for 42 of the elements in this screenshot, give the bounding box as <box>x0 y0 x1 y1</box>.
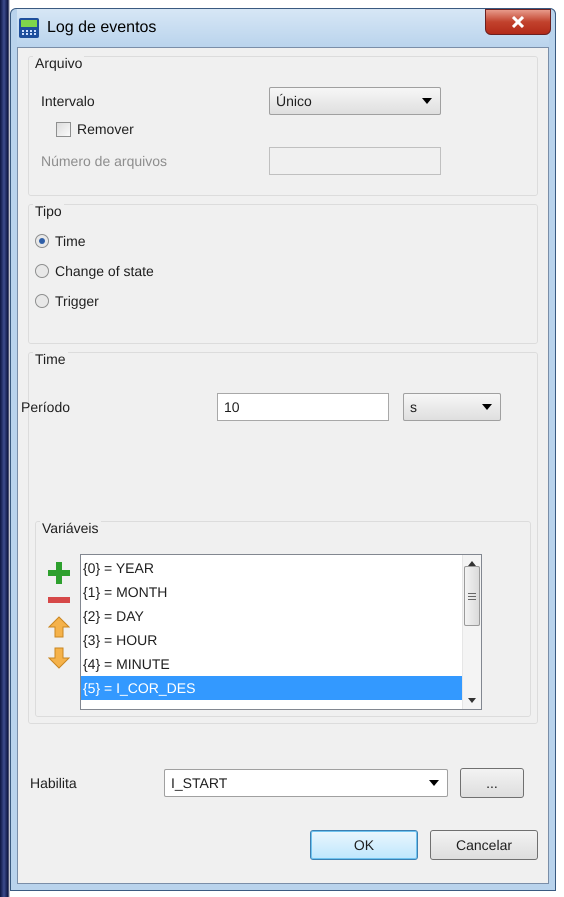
caret-icon <box>482 404 492 410</box>
unit-dropdown[interactable]: s <box>403 393 501 421</box>
group-legend: Variáveis <box>40 520 101 536</box>
window-title: Log de eventos <box>47 19 156 37</box>
group-legend: Arquivo <box>33 55 84 71</box>
scrollbar[interactable] <box>462 555 481 709</box>
interval-dropdown[interactable]: Único <box>269 87 441 115</box>
group-legend: Time <box>33 351 68 367</box>
app-icon <box>19 18 39 38</box>
caret-icon <box>429 780 439 786</box>
radio-label: Change of state <box>55 263 154 279</box>
up-arrow-icon[interactable] <box>48 616 70 638</box>
browse-button[interactable]: ... <box>460 768 524 798</box>
field-label: Habilita <box>30 775 77 791</box>
radio-label: Trigger <box>55 293 99 309</box>
remove-checkbox[interactable] <box>56 122 71 136</box>
field-label: Período <box>21 399 70 415</box>
radio-button[interactable] <box>35 294 49 308</box>
close-icon <box>512 16 524 28</box>
dialog-button[interactable]: Cancelar <box>430 830 538 860</box>
scroll-thumb[interactable] <box>464 566 480 626</box>
field-label: Intervalo <box>41 93 95 109</box>
list-item[interactable]: {0} = YEAR <box>81 556 462 580</box>
close-button[interactable] <box>485 9 551 35</box>
list-item[interactable]: {1} = MONTH <box>81 580 462 604</box>
dialog-button[interactable]: OK <box>310 830 418 860</box>
add-icon[interactable] <box>48 562 70 584</box>
checkbox-label: Remover <box>77 121 134 137</box>
period-field[interactable]: 10 <box>217 393 389 421</box>
radio-button[interactable] <box>35 264 49 278</box>
field-label: Número de arquivos <box>41 153 168 169</box>
enable-dropdown[interactable]: I_START <box>164 769 448 797</box>
down-arrow-icon[interactable] <box>48 647 70 669</box>
list-item[interactable]: {3} = HOUR <box>81 628 462 652</box>
caret-icon <box>422 98 432 104</box>
list-item[interactable]: {2} = DAY <box>81 604 462 628</box>
scroll-down-icon[interactable] <box>468 698 476 703</box>
radio-label: Time <box>55 233 86 249</box>
group-legend: Tipo <box>33 203 64 219</box>
file-count-field[interactable] <box>269 147 441 175</box>
list-item[interactable]: {4} = MINUTE <box>81 652 462 676</box>
radio-button[interactable] <box>35 234 49 248</box>
